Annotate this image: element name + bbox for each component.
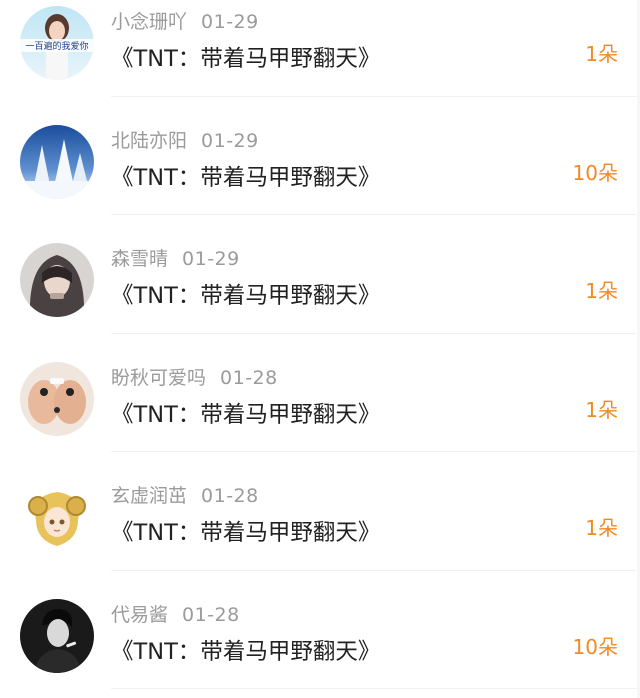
username[interactable]: 盼秋可爱吗	[111, 367, 206, 389]
username[interactable]: 玄虚润茁	[111, 485, 187, 507]
list-item[interactable]: 一百遍的我爱你 小念珊吖 01-29 《TNT：带着马甲野翻天》 1朵	[0, 0, 640, 97]
man-portrait-avatar[interactable]	[20, 598, 94, 673]
list-item[interactable]: 森雪晴 01-29 《TNT：带着马甲野翻天》 1朵	[0, 215, 640, 334]
book-title[interactable]: 《TNT：带着马甲野翻天》	[111, 397, 380, 429]
divider	[111, 688, 640, 689]
gift-count: 10朵	[572, 160, 618, 185]
book-title[interactable]: 《TNT：带着马甲野翻天》	[111, 515, 380, 547]
user-meta: 小念珊吖 01-29	[111, 7, 259, 34]
user-meta: 玄虚润茁 01-28	[111, 481, 259, 508]
gift-count: 1朵	[585, 42, 618, 66]
date: 01-28	[220, 366, 278, 389]
gift-count: 1朵	[585, 397, 618, 422]
user-meta: 森雪晴 01-29	[111, 244, 240, 271]
date: 01-29	[201, 129, 259, 152]
gift-record-list: 一百遍的我爱你 小念珊吖 01-29 《TNT：带着马甲野翻天》 1朵 北陆亦阳…	[0, 0, 640, 689]
gift-count: 1朵	[585, 516, 618, 540]
book-title[interactable]: 《TNT：带着马甲野翻天》	[111, 634, 380, 666]
user-meta: 盼秋可爱吗 01-28	[111, 363, 278, 390]
avatar-caption: 一百遍的我爱你	[25, 40, 88, 52]
girl-photo-avatar[interactable]: 一百遍的我爱你	[20, 6, 94, 80]
hooded-girl-avatar[interactable]	[20, 243, 94, 317]
username[interactable]: 代易酱	[111, 604, 168, 626]
book-title[interactable]: 《TNT：带着马甲野翻天》	[111, 41, 380, 73]
user-meta: 北陆亦阳 01-29	[111, 126, 259, 153]
anime-girl-avatar[interactable]	[20, 480, 94, 554]
snowy-trees-avatar[interactable]	[20, 124, 94, 199]
username[interactable]: 小念珊吖	[111, 11, 187, 33]
date: 01-28	[182, 603, 240, 626]
list-item[interactable]: 盼秋可爱吗 01-28 《TNT：带着马甲野翻天》 1朵	[0, 334, 640, 452]
date: 01-29	[201, 11, 259, 33]
date: 01-28	[201, 485, 259, 507]
gift-count: 1朵	[585, 279, 618, 303]
book-title[interactable]: 《TNT：带着马甲野翻天》	[111, 160, 380, 192]
user-meta: 代易酱 01-28	[111, 600, 240, 627]
date: 01-29	[182, 248, 240, 270]
username[interactable]: 北陆亦阳	[111, 130, 187, 152]
list-item[interactable]: 北陆亦阳 01-29 《TNT：带着马甲野翻天》 10朵	[0, 97, 640, 215]
list-item[interactable]: 玄虚润茁 01-28 《TNT：带着马甲野翻天》 1朵	[0, 452, 640, 571]
gift-count: 10朵	[572, 634, 618, 659]
username[interactable]: 森雪晴	[111, 248, 168, 270]
list-item[interactable]: 代易酱 01-28 《TNT：带着马甲野翻天》 10朵	[0, 571, 640, 689]
book-title[interactable]: 《TNT：带着马甲野翻天》	[111, 278, 380, 310]
hands-rings-avatar[interactable]	[20, 361, 94, 436]
